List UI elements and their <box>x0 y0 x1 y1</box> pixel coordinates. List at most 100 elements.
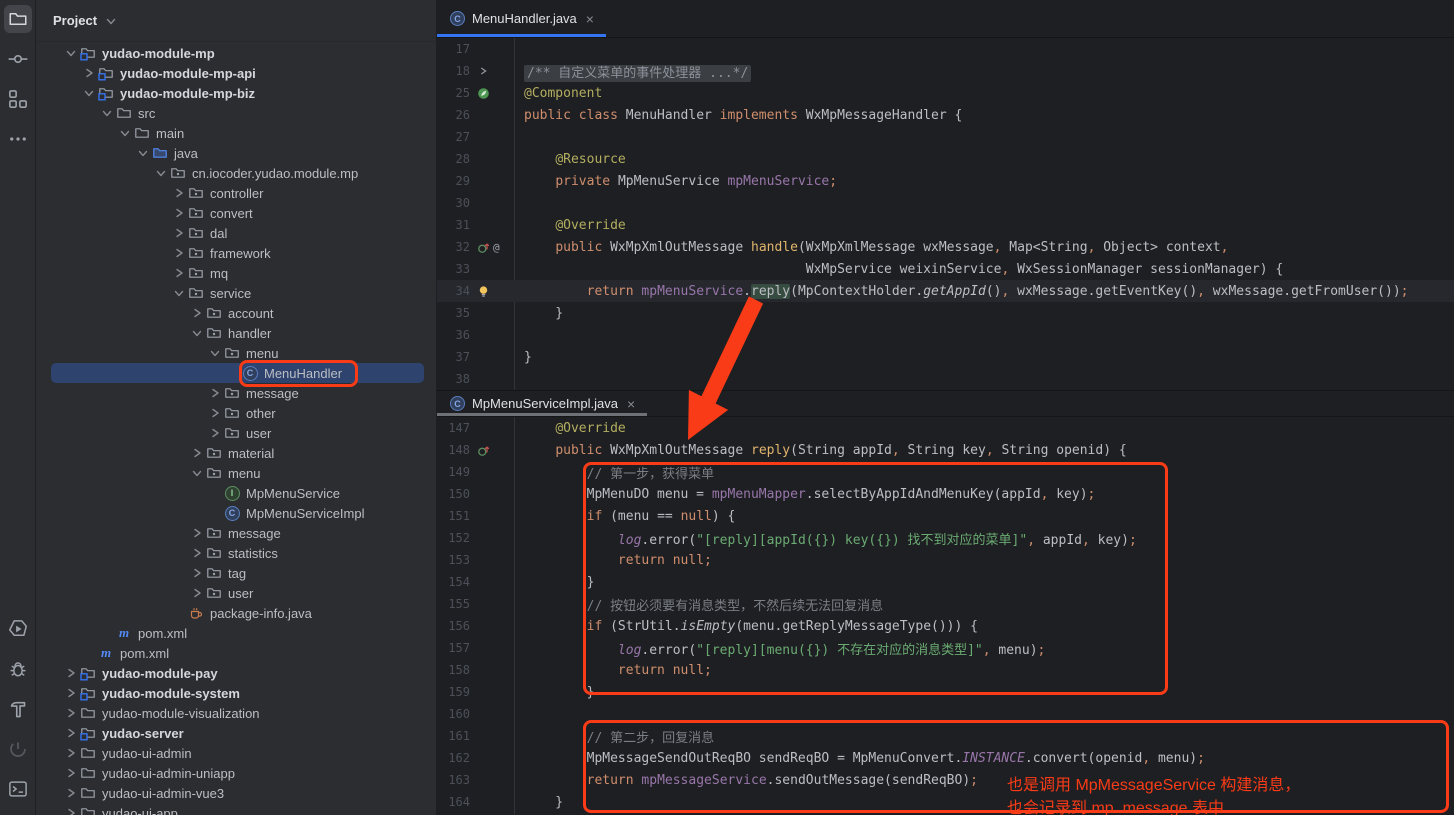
tree-item-yudao-ui-admin-vue3[interactable]: yudao-ui-admin-vue3 <box>51 783 424 803</box>
tree-item-yudao-module-pay[interactable]: yudao-module-pay <box>51 663 424 683</box>
code-line-163[interactable]: 163 return mpMessageService.sendOutMessa… <box>437 769 1454 791</box>
tree-item-yudao-module-visualization[interactable]: yudao-module-visualization <box>51 703 424 723</box>
bottom-editor-code[interactable]: 147 @Override148 public WxMpXmlOutMessag… <box>437 417 1454 815</box>
code-text[interactable]: return null; <box>514 663 712 678</box>
chevron-right-icon[interactable] <box>81 65 97 81</box>
code-line-17[interactable]: 17 <box>437 38 1454 60</box>
code-line-31[interactable]: 31 @Override <box>437 214 1454 236</box>
code-text[interactable]: MpMenuDO menu = mpMenuMapper.selectByApp… <box>514 487 1095 502</box>
chevron-down-icon[interactable] <box>81 85 97 101</box>
chevron-right-icon[interactable] <box>171 185 187 201</box>
code-line-157[interactable]: 157 log.error("[reply][menu({}) 不存在对应的消息… <box>437 637 1454 659</box>
tree-item-yudao-ui-admin[interactable]: yudao-ui-admin <box>51 743 424 763</box>
code-line-164[interactable]: 164 } <box>437 791 1454 813</box>
code-line-161[interactable]: 161 // 第二步，回复消息 <box>437 725 1454 747</box>
chevron-right-icon[interactable] <box>207 385 223 401</box>
chevron-right-icon[interactable] <box>171 225 187 241</box>
code-line-149[interactable]: 149 // 第一步，获得菜单 <box>437 461 1454 483</box>
code-text[interactable]: public WxMpXmlOutMessage handle(WxMpXmlM… <box>514 240 1228 255</box>
chevron-right-icon[interactable] <box>189 445 205 461</box>
chevron-down-icon[interactable] <box>171 285 187 301</box>
chevron-right-icon[interactable] <box>189 545 205 561</box>
chevron-right-icon[interactable] <box>63 665 79 681</box>
code-text[interactable]: } <box>514 575 594 590</box>
tree-item-pom-xml[interactable]: mpom.xml <box>51 643 424 663</box>
tree-item-account[interactable]: account <box>51 303 424 323</box>
code-text[interactable]: if (menu == null) { <box>514 509 735 524</box>
overrides-method-icon[interactable] <box>477 444 490 457</box>
run-tool-icon[interactable] <box>4 615 32 643</box>
code-text[interactable]: MpMessageSendOutReqBO sendReqBO = MpMenu… <box>514 751 1205 766</box>
code-line-37[interactable]: 37} <box>437 346 1454 368</box>
tree-item-java[interactable]: java <box>51 143 424 163</box>
code-line-152[interactable]: 152 log.error("[reply][appId({}) key({})… <box>437 527 1454 549</box>
code-text[interactable]: return mpMessageService.sendOutMessage(s… <box>514 773 978 788</box>
tree-item-yudao-server[interactable]: yudao-server <box>51 723 424 743</box>
code-line-35[interactable]: 35 } <box>437 302 1454 324</box>
code-text[interactable]: if (StrUtil.isEmpty(menu.getReplyMessage… <box>514 619 978 634</box>
code-line-26[interactable]: 26public class MenuHandler implements Wx… <box>437 104 1454 126</box>
chevron-right-icon[interactable] <box>63 705 79 721</box>
tree-item-yudao-ui-admin-uniapp[interactable]: yudao-ui-admin-uniapp <box>51 763 424 783</box>
tree-item-src[interactable]: src <box>51 103 424 123</box>
code-text[interactable]: } <box>514 306 563 321</box>
project-tool-icon[interactable] <box>4 5 32 33</box>
chevron-right-icon[interactable] <box>207 405 223 421</box>
tree-item-convert[interactable]: convert <box>51 203 424 223</box>
tree-item-menu[interactable]: menu <box>51 463 424 483</box>
code-text[interactable]: /** 自定义菜单的事件处理器 ...*/ <box>514 62 751 81</box>
chevron-right-icon[interactable] <box>189 525 205 541</box>
tree-item-menuhandler[interactable]: CMenuHandler <box>51 363 424 383</box>
annotation-gutter-icon[interactable]: @ <box>493 241 500 254</box>
chevron-down-icon[interactable] <box>189 325 205 341</box>
spring-bean-icon[interactable] <box>477 87 490 100</box>
code-text[interactable]: } <box>514 685 594 700</box>
overrides-method-icon[interactable] <box>477 241 490 254</box>
chevron-right-icon[interactable] <box>63 805 79 815</box>
chevron-right-icon[interactable] <box>171 205 187 221</box>
chevron-down-icon[interactable] <box>117 125 133 141</box>
code-line-156[interactable]: 156 if (StrUtil.isEmpty(menu.getReplyMes… <box>437 615 1454 637</box>
code-text[interactable]: // 第一步，获得菜单 <box>514 463 714 482</box>
chevron-down-icon[interactable] <box>63 45 79 61</box>
debug-tool-icon[interactable] <box>4 655 32 683</box>
profiler-tool-icon[interactable] <box>4 735 32 763</box>
code-text[interactable]: @Override <box>514 218 626 233</box>
chevron-right-icon[interactable] <box>63 725 79 741</box>
chevron-down-icon[interactable] <box>99 105 115 121</box>
chevron-right-icon[interactable] <box>63 765 79 781</box>
tree-item-tag[interactable]: tag <box>51 563 424 583</box>
tree-item-yudao-module-mp-api[interactable]: yudao-module-mp-api <box>51 63 424 83</box>
code-text[interactable]: log.error("[reply][appId({}) key({}) 找不到… <box>514 529 1137 548</box>
tree-item-user[interactable]: user <box>51 583 424 603</box>
code-text[interactable]: } <box>514 350 532 365</box>
code-line-36[interactable]: 36 <box>437 324 1454 346</box>
tree-item-menu[interactable]: menu <box>51 343 424 363</box>
code-line-147[interactable]: 147 @Override <box>437 417 1454 439</box>
top-editor-code[interactable]: 1718/** 自定义菜单的事件处理器 ...*/25@Component26p… <box>437 38 1454 390</box>
tree-item-main[interactable]: main <box>51 123 424 143</box>
code-text[interactable]: @Component <box>514 86 602 101</box>
code-text[interactable]: public WxMpXmlOutMessage reply(String ap… <box>514 443 1127 458</box>
tree-item-yudao-module-system[interactable]: yudao-module-system <box>51 683 424 703</box>
tree-item-message[interactable]: message <box>51 523 424 543</box>
chevron-right-icon[interactable] <box>207 425 223 441</box>
code-text[interactable]: @Resource <box>514 152 626 167</box>
code-text[interactable]: } <box>514 795 563 810</box>
tree-item-controller[interactable]: controller <box>51 183 424 203</box>
code-text[interactable]: // 按钮必须要有消息类型，不然后续无法回复消息 <box>514 595 883 614</box>
tree-item-user[interactable]: user <box>51 423 424 443</box>
chevron-down-icon[interactable] <box>153 165 169 181</box>
code-line-38[interactable]: 38 <box>437 368 1454 390</box>
code-line-25[interactable]: 25@Component <box>437 82 1454 104</box>
tree-item-handler[interactable]: handler <box>51 323 424 343</box>
chevron-right-icon[interactable] <box>63 745 79 761</box>
tree-item-cn-iocoder-yudao-module-mp[interactable]: cn.iocoder.yudao.module.mp <box>51 163 424 183</box>
code-line-151[interactable]: 151 if (menu == null) { <box>437 505 1454 527</box>
tree-item-yudao-module-mp-biz[interactable]: yudao-module-mp-biz <box>51 83 424 103</box>
tree-item-mq[interactable]: mq <box>51 263 424 283</box>
code-text[interactable]: WxMpService weixinService, WxSessionMana… <box>514 262 1283 277</box>
chevron-right-icon[interactable] <box>171 245 187 261</box>
close-icon[interactable]: × <box>586 11 594 27</box>
chevron-right-icon[interactable] <box>189 565 205 581</box>
